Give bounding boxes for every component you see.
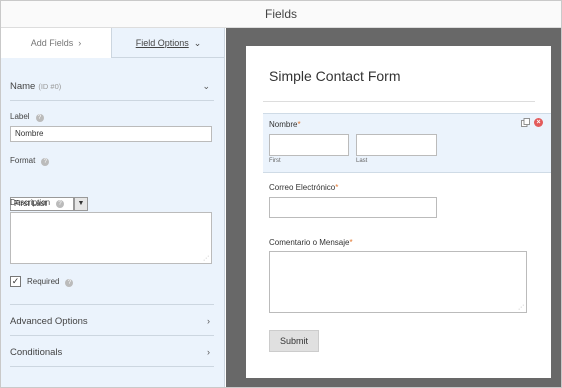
field-header-name[interactable]: Name (ID #0) ⌄ [10, 81, 214, 92]
field-options-panel: Add Fields › Field Options ⌄ Name (ID #0) ⌄… [1, 28, 225, 387]
advanced-options-toggle[interactable]: Advanced Options › [10, 316, 214, 327]
divider [10, 366, 214, 367]
checkmark-icon: ✓ [11, 276, 20, 286]
email-input[interactable] [269, 197, 437, 218]
top-bar-title: Fields [264, 7, 297, 21]
description-option-text: Description [10, 198, 51, 207]
description-option-label: Description? [10, 198, 65, 208]
divider [10, 304, 214, 305]
conditionals-label: Conditionals [10, 347, 63, 358]
format-option-text: Format [10, 156, 36, 165]
label-option-text: Label [10, 112, 30, 121]
advanced-options-label: Advanced Options [10, 316, 88, 327]
help-icon[interactable]: ? [65, 279, 74, 287]
tab-add-fields-label: Add Fields [30, 38, 74, 48]
message-textarea[interactable]: ⋰ [269, 251, 527, 313]
divider [10, 100, 214, 101]
help-icon[interactable]: ? [56, 200, 65, 208]
chevron-right-icon: › [207, 347, 210, 357]
resize-grip-icon[interactable]: ⋰ [203, 256, 209, 262]
label-option-label: Label? [10, 112, 44, 122]
format-option-label: Format? [10, 156, 50, 166]
email-field-label-text: Correo Electrónico [269, 183, 336, 192]
top-bar: Fields [1, 1, 561, 28]
duplicate-icon[interactable] [521, 118, 530, 127]
description-textarea[interactable]: ⋰ [10, 212, 212, 264]
last-name-input[interactable] [356, 134, 437, 156]
tab-field-options-label: Field Options [135, 38, 189, 48]
builder-window: Fields Add Fields › Field Options ⌄ Name (I… [0, 0, 562, 388]
conditionals-toggle[interactable]: Conditionals › [10, 347, 214, 358]
form-preview: Simple Contact Form Nombre* × First Last… [246, 46, 551, 378]
divider [10, 335, 214, 336]
last-sublabel: Last [356, 158, 368, 164]
submit-button[interactable]: Submit [269, 330, 319, 352]
panel-tabs: Add Fields › Field Options ⌄ [1, 28, 225, 58]
email-field-label: Correo Electrónico* [269, 183, 338, 192]
name-field-preview[interactable]: Nombre* × First Last [263, 113, 551, 173]
form-title: Simple Contact Form [269, 68, 401, 84]
help-icon[interactable]: ? [41, 158, 50, 166]
label-input[interactable]: Nombre [10, 126, 212, 142]
name-field-label-text: Nombre [269, 120, 298, 129]
first-sublabel: First [269, 158, 281, 164]
required-mark: * [349, 238, 353, 247]
field-type-label: Name [10, 81, 36, 92]
form-preview-area: Simple Contact Form Nombre* × First Last… [226, 28, 561, 387]
chevron-down-icon[interactable]: ▼ [74, 197, 88, 211]
tab-add-fields[interactable]: Add Fields › [1, 28, 112, 58]
first-name-input[interactable] [269, 134, 349, 156]
name-field-label: Nombre* [269, 120, 301, 129]
field-id: (ID #0) [38, 82, 62, 91]
chevron-down-icon: ⌄ [193, 38, 202, 48]
message-field-label-text: Comentario o Mensaje [269, 238, 350, 247]
required-mark: * [297, 120, 301, 129]
chevron-right-icon: › [207, 316, 210, 326]
chevron-down-icon: ⌄ [202, 81, 210, 91]
chevron-right-icon: › [78, 38, 82, 48]
required-label-text: Required [27, 277, 60, 286]
resize-grip-icon[interactable]: ⋰ [518, 305, 524, 311]
delete-icon[interactable]: × [534, 118, 543, 127]
required-mark: * [335, 183, 339, 192]
required-checkbox[interactable]: ✓ [10, 276, 21, 287]
required-label: Required? [27, 277, 74, 287]
divider [263, 101, 535, 102]
tab-field-options[interactable]: Field Options ⌄ [112, 28, 225, 58]
help-icon[interactable]: ? [35, 114, 44, 122]
message-field-label: Comentario o Mensaje* [269, 238, 353, 247]
